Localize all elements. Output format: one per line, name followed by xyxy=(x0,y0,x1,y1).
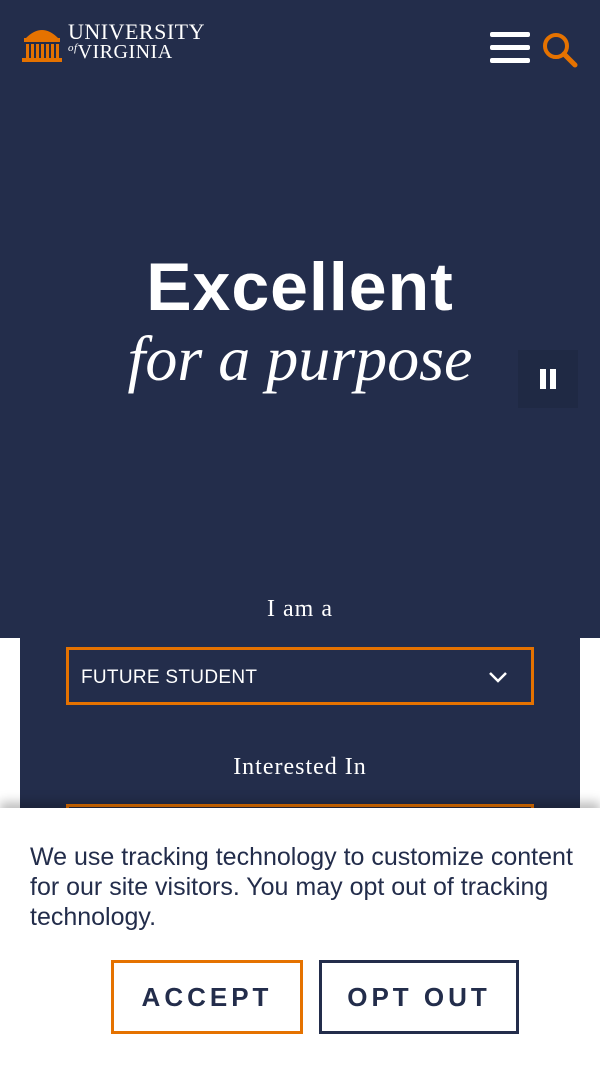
logo-wordmark: UNIVERSITY ofVIRGINIA xyxy=(68,19,205,63)
interest-label: Interested In xyxy=(233,754,367,780)
cookie-message: We use tracking technology to customize … xyxy=(30,843,573,931)
rotunda-icon xyxy=(22,20,62,64)
logo-of: of xyxy=(68,41,78,54)
logo-line-virginia: ofVIRGINIA xyxy=(68,40,205,63)
uva-logo[interactable]: UNIVERSITY ofVIRGINIA xyxy=(22,20,205,64)
opt-out-button[interactable]: OPT OUT xyxy=(319,960,519,1034)
cookie-banner: We use tracking technology to customize … xyxy=(0,808,600,1065)
logo-virginia-text: VIRGINIA xyxy=(77,40,173,63)
search-icon[interactable] xyxy=(540,30,580,70)
hero-title: Excellent xyxy=(146,249,454,325)
accept-button[interactable]: ACCEPT xyxy=(111,960,303,1034)
logo-line-university: UNIVERSITY xyxy=(68,19,205,45)
iam-label: I am a xyxy=(267,596,333,622)
site-header: UNIVERSITY ofVIRGINIA xyxy=(0,0,600,100)
iam-select[interactable]: FUTURE STUDENT xyxy=(66,647,534,705)
hero-subtitle: for a purpose xyxy=(127,323,473,394)
audience-finder: I am a FUTURE STUDENT Interested In xyxy=(20,530,580,862)
chevron-down-icon xyxy=(489,672,507,683)
hamburger-menu-icon[interactable] xyxy=(490,32,532,68)
iam-select-value: FUTURE STUDENT xyxy=(81,667,258,688)
pause-icon[interactable] xyxy=(518,350,578,408)
